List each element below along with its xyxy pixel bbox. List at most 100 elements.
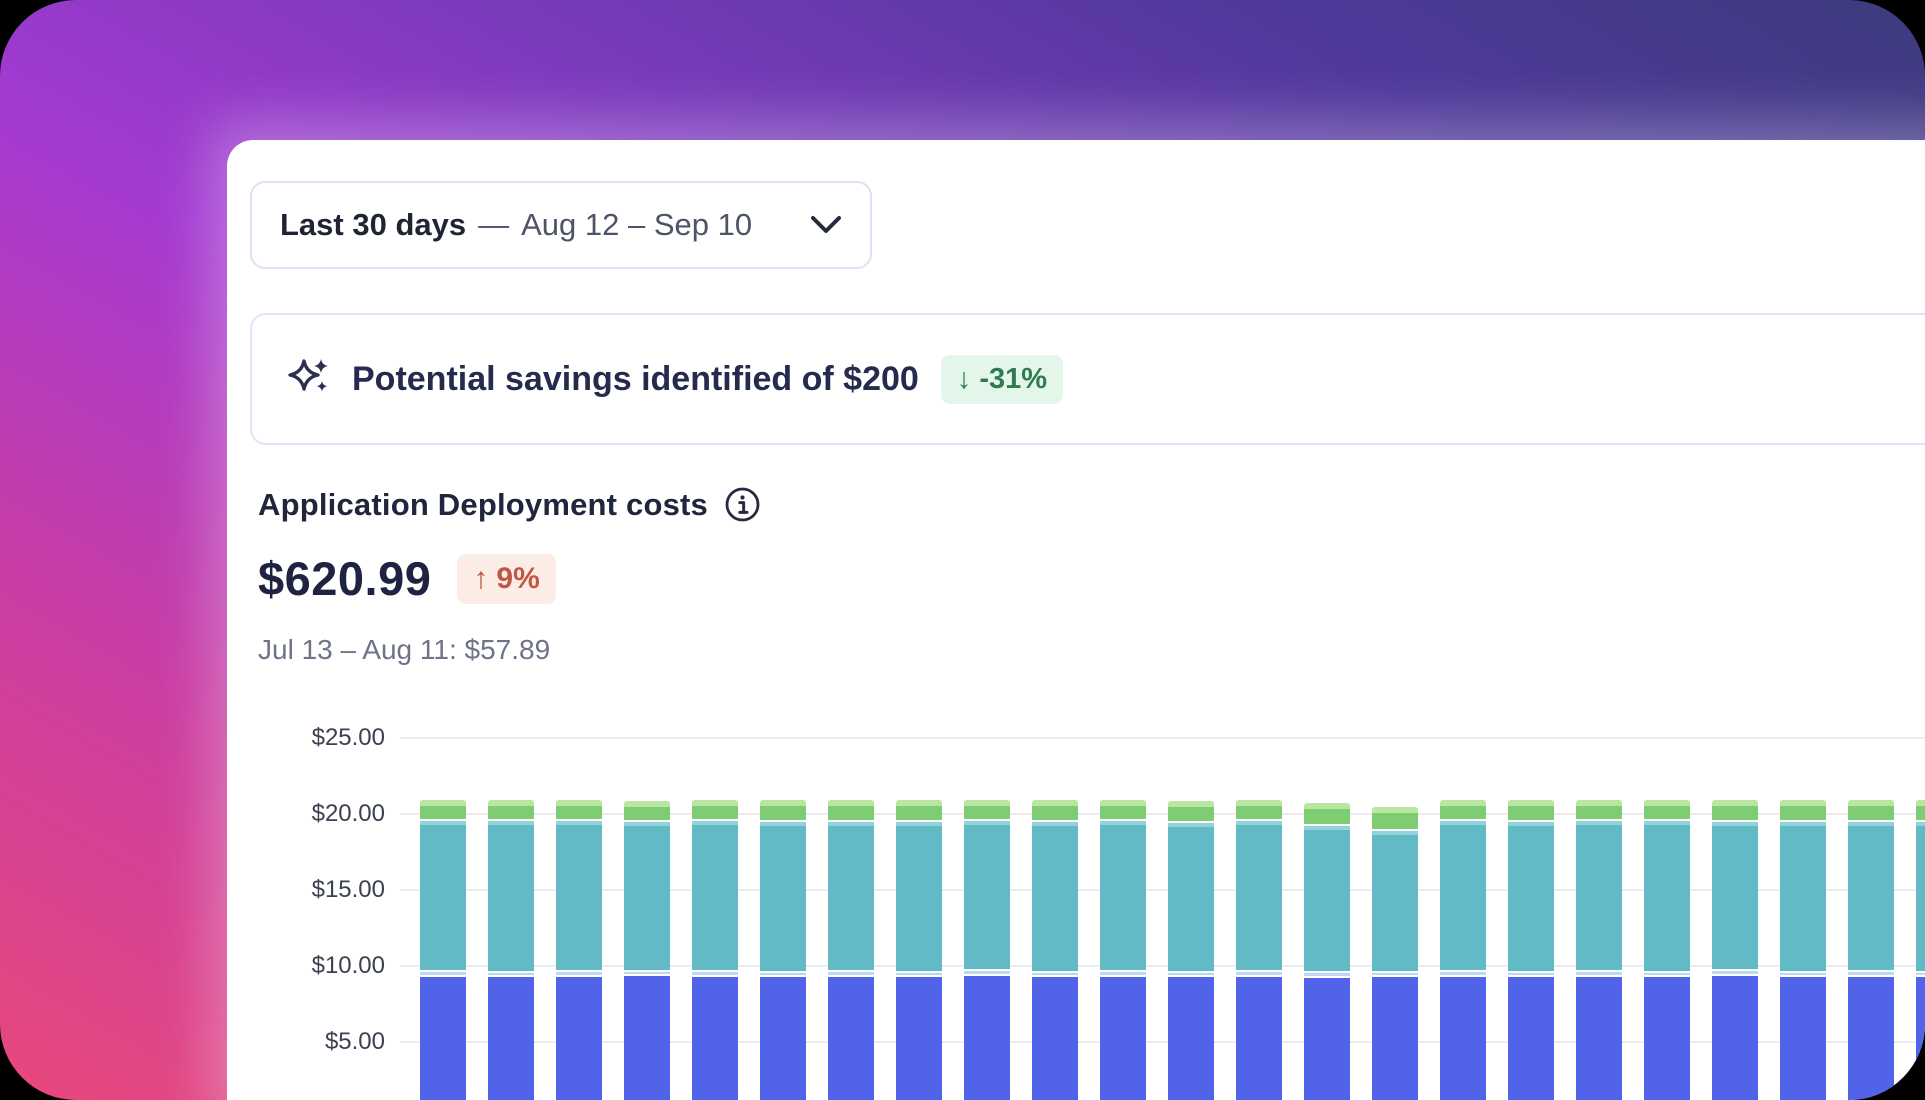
bar-segment-blue [760,975,806,1100]
bar-segment-green [556,800,602,820]
bar-segment-teal [1576,819,1622,969]
stacked-bar[interactable] [556,800,602,1100]
change-badge: ↑ 9% [457,554,555,604]
bar-segment-green [1372,807,1418,829]
bar-segment-teal [828,820,874,970]
bar-segment-blue [1644,975,1690,1100]
chart-gridline [400,737,1925,739]
bar-segment-teal [488,819,534,970]
bar-segment-blue [556,975,602,1100]
stacked-bar[interactable] [1916,800,1925,1100]
savings-banner-text: Potential savings identified of $200 [352,360,919,399]
y-axis-tick-label: $20.00 [227,799,385,829]
bar-segment-teal [1848,820,1894,970]
bar-segment-blue [964,974,1010,1100]
stacked-bar[interactable] [1032,800,1078,1100]
metric-block: Application Deployment costs $620.99 ↑ [258,486,761,666]
y-axis-tick-label: $25.00 [227,723,385,753]
stacked-bar[interactable] [896,800,942,1100]
bar-segment-green [1440,800,1486,819]
bar-segment-blue [420,975,466,1100]
metric-title: Application Deployment costs [258,487,708,523]
bar-segment-blue [692,975,738,1100]
bar-segment-blue [1032,975,1078,1100]
stacked-bar[interactable] [624,801,670,1100]
bar-segment-green [1304,803,1350,824]
stacked-bar[interactable] [828,800,874,1100]
bar-segment-blue [1304,976,1350,1100]
stacked-bar[interactable] [1644,800,1690,1100]
date-range-selector[interactable]: Last 30 days — Aug 12 – Sep 10 [250,181,872,269]
bar-segment-teal [1032,820,1078,970]
bar-segment-blue [1576,975,1622,1100]
date-range-dates: Aug 12 – Sep 10 [521,207,752,243]
bar-segment-green [896,800,942,821]
bar-segment-teal [1100,819,1146,969]
stacked-bar[interactable] [1168,801,1214,1100]
bar-segment-blue [1508,975,1554,1100]
bar-segment-blue [1168,975,1214,1100]
stacked-bar[interactable] [692,800,738,1100]
bar-segment-teal [1780,820,1826,970]
bar-segment-green [420,800,466,820]
stacked-bar[interactable] [1236,800,1282,1100]
y-axis-tick-label: $15.00 [227,875,385,905]
bar-segment-teal [692,819,738,969]
bar-segment-blue [1372,975,1418,1100]
bar-segment-teal [760,820,806,970]
arrow-up-icon: ↑ [473,562,488,596]
bar-segment-green [1508,800,1554,820]
change-badge-value: 9% [496,562,539,596]
stacked-bar[interactable] [488,800,534,1100]
bar-segment-green [624,801,670,820]
bar-segment-blue [1440,975,1486,1100]
bar-segment-teal [1712,820,1758,969]
bar-segment-teal [1440,819,1486,969]
savings-badge: ↓ -31% [941,355,1063,404]
y-axis-tick-label: $10.00 [227,951,385,981]
bar-segment-green [692,800,738,820]
stacked-bar[interactable] [1508,800,1554,1100]
bar-segment-green [1712,800,1758,820]
bar-segment-teal [896,820,942,970]
bar-segment-teal [624,820,670,970]
bar-segment-green [1780,800,1826,821]
bar-segment-green [1644,800,1690,820]
stacked-bar[interactable] [1372,807,1418,1100]
bar-segment-teal [964,819,1010,969]
bar-segment-green [828,800,874,820]
bar-segment-green [1236,800,1282,820]
bar-segment-teal [1508,820,1554,970]
bar-segment-teal [556,819,602,969]
stacked-bar[interactable] [760,800,806,1100]
dashboard-card: Last 30 days — Aug 12 – Sep 10 [227,140,1925,1100]
bar-segment-blue [1780,975,1826,1100]
savings-badge-value: -31% [979,363,1047,396]
stacked-bar[interactable] [1440,800,1486,1100]
stacked-bar[interactable] [1576,800,1622,1100]
bar-segment-blue [1236,975,1282,1100]
bar-segment-blue [828,975,874,1100]
bar-segment-blue [1712,974,1758,1100]
bar-segment-blue [1848,975,1894,1100]
bar-segment-blue [1100,975,1146,1100]
gradient-background: Last 30 days — Aug 12 – Sep 10 [0,0,1925,1100]
stacked-bar[interactable] [964,800,1010,1100]
bar-segment-blue [896,975,942,1100]
bar-segment-green [1848,800,1894,820]
stacked-bar[interactable] [1100,800,1146,1100]
stacked-bar[interactable] [1780,800,1826,1100]
bar-segment-teal [1916,820,1925,970]
stacked-bar[interactable] [420,800,466,1100]
bar-segment-teal [1168,821,1214,971]
stacked-bar[interactable] [1304,803,1350,1100]
bar-segment-green [760,800,806,820]
info-icon[interactable] [724,486,761,523]
metric-value: $620.99 [258,551,431,606]
stacked-bar[interactable] [1848,800,1894,1100]
date-range-separator: — [478,207,509,243]
bar-segment-teal [1372,829,1418,970]
stacked-bar[interactable] [1712,800,1758,1100]
arrow-down-icon: ↓ [957,363,972,396]
bar-segment-green [1168,801,1214,821]
